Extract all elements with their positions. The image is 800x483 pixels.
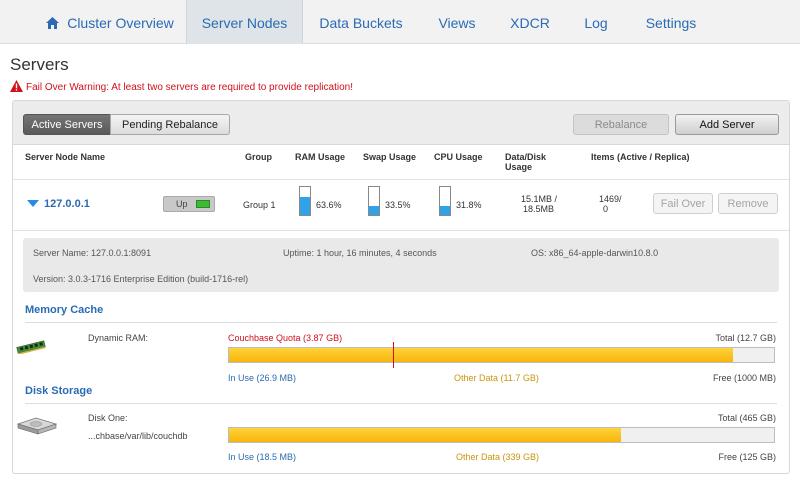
col-swap-usage: Swap Usage [363,152,417,162]
top-nav: Cluster Overview Server Nodes Data Bucke… [0,0,800,44]
tab-settings-label: Settings [645,15,697,31]
tab-views-label: Views [438,15,476,31]
dynamic-ram-label: Dynamic RAM: [88,333,149,343]
server-name-detail: Server Name: 127.0.0.1:8091 [33,248,152,258]
status-text: Up [176,199,188,209]
disk-free-label: Free (125 GB) [718,452,776,462]
memory-usage-fill [229,348,733,362]
swap-gauge [368,186,380,216]
failover-warning: Fail Over Warning: At least two servers … [10,80,353,93]
tab-log[interactable]: Log [576,0,616,44]
col-items: Items (Active / Replica) [591,152,690,162]
disk-usage-fill [229,428,622,442]
cpu-usage-value: 31.8% [456,200,482,210]
memory-cache-title: Memory Cache [25,304,104,316]
memory-total-label: Total (12.7 GB) [715,333,776,343]
disk-usage-bar [228,427,775,443]
items-line1: 1469/ [599,194,622,204]
server-node-name: 127.0.0.1 [44,198,90,210]
col-server-node-name: Server Node Name [25,152,106,162]
col-ram-usage: RAM Usage [295,152,346,162]
swap-gauge-fill [369,205,379,215]
servers-toolbar: Active Servers Pending Rebalance Rebalan… [13,101,789,145]
fail-over-button[interactable]: Fail Over [653,193,713,214]
server-node-row: 127.0.0.1 Up Group 1 63.6% 33.5% 31.8% 1… [13,179,789,231]
home-icon [46,17,60,29]
rebalance-button[interactable]: Rebalance [573,114,669,135]
servers-panel: Active Servers Pending Rebalance Rebalan… [12,100,790,474]
data-usage-line1: 15.1MB / [521,194,558,204]
os-detail: OS: x86_64-apple-darwin10.8.0 [531,248,659,258]
tab-log-label: Log [584,15,608,31]
ram-gauge [299,186,311,216]
swap-usage-value: 33.5% [385,200,411,210]
memory-separator [25,322,777,323]
server-details: Server Name: 127.0.0.1:8091 Uptime: 1 ho… [23,238,779,292]
couchbase-quota-label: Couchbase Quota (3.87 GB) [228,333,343,343]
warning-text: Fail Over Warning: At least two servers … [26,82,353,93]
ram-usage-value: 63.6% [316,200,342,210]
tab-cluster-overview[interactable]: Cluster Overview [40,0,180,44]
disk-separator [25,403,777,404]
tab-data-buckets-label: Data Buckets [319,15,403,31]
disk-one-label: Disk One: [88,413,128,423]
memory-other-data-label: Other Data (11.7 GB) [454,373,539,383]
server-node-toggle[interactable]: 127.0.0.1 [27,198,90,210]
disk-path-label: ...chbase/var/lib/couchdb [88,431,188,441]
disk-storage-title: Disk Storage [25,385,93,397]
memory-free-label: Free (1000 MB) [712,373,776,383]
node-group: Group 1 [243,200,276,210]
disk-total-label: Total (465 GB) [717,413,776,423]
tab-active-servers[interactable]: Active Servers [23,114,111,135]
tab-pending-rebalance[interactable]: Pending Rebalance [110,114,230,135]
cpu-gauge-fill [440,206,450,215]
data-usage-line2: 18.5MB [523,204,555,214]
page-title: Servers [10,55,69,74]
disk-in-use-label: In Use (18.5 MB) [228,452,297,462]
tab-data-buckets[interactable]: Data Buckets [315,0,407,44]
tab-cluster-overview-label: Cluster Overview [67,15,174,31]
version-detail: Version: 3.0.3-1716 Enterprise Edition (… [33,274,249,284]
hard-disk-icon [16,417,58,435]
memory-usage-bar [228,342,775,368]
tab-settings[interactable]: Settings [636,0,706,44]
expand-triangle-icon [27,200,39,207]
warning-icon [10,80,23,92]
memory-in-use-label: In Use (26.9 MB) [228,373,297,383]
remove-button[interactable]: Remove [718,193,778,214]
memory-quota-marker [392,342,394,368]
cpu-gauge [439,186,451,216]
status-indicator [196,200,210,208]
col-cpu-usage: CPU Usage [434,152,483,162]
col-data-disk-usage: Data/Disk Usage [505,152,547,172]
disk-other-data-label: Other Data (339 GB) [456,452,540,462]
uptime-detail: Uptime: 1 hour, 16 minutes, 4 seconds [283,248,437,258]
tab-xdcr[interactable]: XDCR [504,0,556,44]
tab-views[interactable]: Views [432,0,482,44]
col-group: Group [245,152,272,162]
tab-server-nodes-label: Server Nodes [201,15,288,31]
tab-server-nodes[interactable]: Server Nodes [186,0,303,44]
ram-gauge-fill [300,197,310,215]
tab-xdcr-label: XDCR [510,15,550,31]
ram-chip-icon [16,340,46,354]
status-badge: Up [163,196,215,212]
items-line2: 0 [603,204,609,214]
add-server-button[interactable]: Add Server [675,114,779,135]
